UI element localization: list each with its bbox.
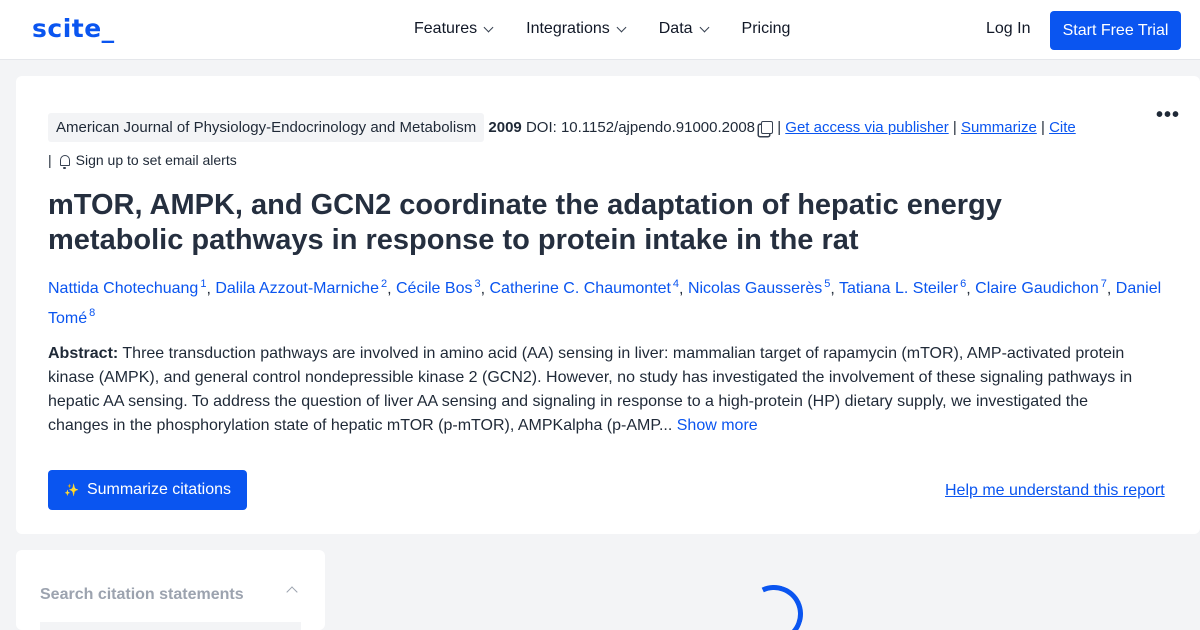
search-input[interactable]	[40, 622, 301, 630]
show-more-link[interactable]: Show more	[677, 417, 758, 434]
author-name: Nicolas Gausserès	[687, 280, 823, 298]
main-nav: Features Integrations Data Pricing	[414, 20, 790, 38]
summarize-citations-label: Summarize citations	[86, 481, 231, 498]
chevron-down-icon	[483, 22, 494, 32]
abstract-label: Abstract:	[48, 345, 119, 362]
summarize-citations-button[interactable]: ✨ Summarize citations	[48, 470, 247, 510]
journal-name[interactable]: American Journal of Physiology-Endocrino…	[48, 113, 485, 142]
author-name: Nattida Chotechuang	[48, 280, 199, 298]
help-understand-link[interactable]: Help me understand this report	[945, 482, 1165, 500]
separator: |	[48, 152, 52, 168]
publication-year: 2009	[488, 119, 522, 136]
search-citation-heading: Search citation statements	[40, 586, 244, 603]
nav-label: Integrations	[526, 20, 610, 37]
alerts-label: Sign up to set email alerts	[75, 152, 237, 168]
abstract: Abstract: Three transduction pathways ar…	[48, 342, 1148, 438]
cite-link[interactable]: Cite	[1049, 119, 1076, 136]
separator: ,	[387, 280, 396, 298]
separator: |	[777, 119, 782, 136]
author-name: Dalila Azzout-Marniche	[215, 280, 379, 298]
separator: ,	[966, 280, 976, 298]
nav-label: Data	[658, 20, 693, 37]
citation-search-panel: Search citation statements	[16, 550, 325, 630]
chevron-down-icon	[699, 22, 709, 32]
scite-logo[interactable]: scite_	[32, 14, 115, 43]
author-link[interactable]: Tatiana L. Steiler 6	[838, 278, 966, 298]
separator: ,	[1106, 280, 1116, 298]
summarize-link[interactable]: Summarize	[961, 119, 1037, 136]
author-link[interactable]: Dalila Azzout-Marniche 2	[215, 278, 387, 298]
start-free-trial-button[interactable]: Start Free Trial	[1050, 11, 1181, 50]
nav-integrations[interactable]: Integrations	[526, 20, 627, 38]
separator: |	[1040, 119, 1045, 136]
article-title: mTOR, AMPK, and GCN2 coordinate the adap…	[48, 189, 1002, 256]
separator: ,	[830, 280, 839, 298]
nav-data[interactable]: Data	[658, 20, 709, 38]
more-options-icon[interactable]: •••	[1156, 104, 1180, 127]
author-name: Claire Gaudichon	[975, 280, 1099, 298]
author-link[interactable]: Nattida Chotechuang 1	[48, 278, 206, 298]
separator: |	[952, 119, 957, 136]
author-index: 8	[89, 307, 96, 320]
author-link[interactable]: Cécile Bos 3	[395, 278, 481, 298]
author-link[interactable]: Catherine C. Chaumontet 4	[489, 278, 679, 298]
author-name: Cécile Bos	[395, 280, 473, 298]
author-list: Nattida Chotechuang 1, Dalila Azzout-Marn…	[48, 272, 1178, 331]
bell-icon	[59, 155, 70, 169]
nav-label: Features	[414, 20, 478, 37]
abstract-text: Three transduction pathways are involved…	[48, 345, 1133, 434]
nav-features[interactable]: Features	[414, 20, 494, 38]
copy-icon[interactable]	[761, 121, 774, 134]
separator: ,	[679, 280, 688, 298]
sparkle-icon: ✨	[64, 483, 79, 497]
loading-spinner-icon	[736, 576, 812, 630]
article-card: American Journal of Physiology-Endocrino…	[16, 76, 1200, 534]
doi: DOI: 10.1152/ajpendo.91000.2008	[525, 119, 756, 136]
nav-pricing[interactable]: Pricing	[742, 20, 791, 38]
chevron-down-icon	[616, 22, 627, 32]
nav-label: Pricing	[741, 20, 791, 37]
top-navigation-bar: scite_ Features Integrations Data Pricin…	[0, 0, 1200, 60]
get-access-link[interactable]: Get access via publisher	[785, 119, 948, 136]
email-alerts[interactable]: | Sign up to set email alerts	[48, 152, 237, 169]
author-link[interactable]: Nicolas Gausserès 5	[687, 278, 830, 298]
separator: ,	[206, 280, 216, 298]
chevron-up-icon[interactable]	[286, 586, 298, 598]
article-meta: American Journal of Physiology-Endocrino…	[48, 112, 1158, 177]
author-name: Tatiana L. Steiler	[838, 280, 959, 298]
author-link[interactable]: Claire Gaudichon 7	[975, 278, 1107, 298]
author-name: Catherine C. Chaumontet	[489, 280, 671, 298]
login-link[interactable]: Log In	[986, 20, 1030, 38]
